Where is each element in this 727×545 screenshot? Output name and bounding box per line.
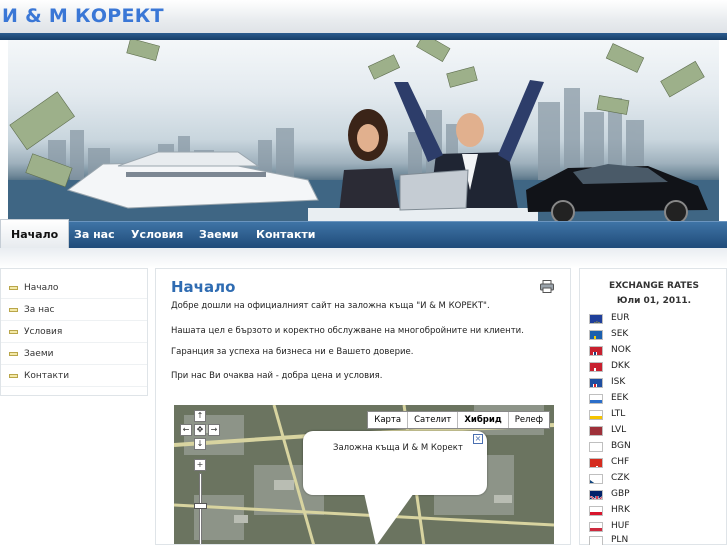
map-type-hybrid[interactable]: Хибрид xyxy=(458,412,509,428)
left-menu-label: Контакти xyxy=(24,371,70,381)
bullet-icon xyxy=(9,374,18,378)
currency-code: NOK xyxy=(611,345,631,355)
currency-code: EUR xyxy=(611,313,630,323)
goal-paragraph: Нашата цел е бързото и коректно обслужва… xyxy=(171,326,524,336)
currency-code: GBP xyxy=(611,489,630,499)
banner-illustration xyxy=(8,40,719,221)
estonia-flag-icon xyxy=(589,394,603,404)
currency-code: HUF xyxy=(611,521,630,531)
header-strip xyxy=(0,33,727,40)
exchange-rates-panel: EXCHANGE RATES Юли 01, 2011. EUR SEK NOK… xyxy=(579,268,727,545)
left-menu-label: Заеми xyxy=(24,349,54,359)
trust-paragraph: Гаранция за успеха на бизнеса ни е Вашет… xyxy=(171,347,414,357)
zoom-slider-track[interactable] xyxy=(199,473,202,544)
currency-code: CZK xyxy=(611,473,630,483)
nav-item-about[interactable]: За нас xyxy=(74,222,115,248)
currency-code: DKK xyxy=(611,361,630,371)
poland-flag-icon xyxy=(589,536,603,545)
pan-up-icon[interactable]: ↑ xyxy=(194,410,206,422)
pan-left-icon[interactable]: ← xyxy=(180,424,192,436)
header-bar: И & М КОРЕКТ xyxy=(0,0,727,34)
bullet-icon xyxy=(9,330,18,334)
bullet-icon xyxy=(9,352,18,356)
currency-code: BGN xyxy=(611,441,631,451)
site-title[interactable]: И & М КОРЕКТ xyxy=(2,5,164,27)
left-menu-item-home[interactable]: Начало xyxy=(1,277,147,299)
location-map[interactable]: Карта Сателит Хибрид Релеф ↑ ← ✥ → ↓ + З… xyxy=(174,405,554,544)
eu-flag-icon xyxy=(589,314,603,324)
currency-code: LTL xyxy=(611,409,626,419)
currency-code: EEK xyxy=(611,393,629,403)
pan-down-icon[interactable]: ↓ xyxy=(194,438,206,450)
nav-shadow xyxy=(0,248,727,268)
left-menu-item-loans[interactable]: Заеми xyxy=(1,343,147,365)
pan-right-icon[interactable]: → xyxy=(208,424,220,436)
latvia-flag-icon xyxy=(589,426,603,436)
map-info-text: Заложна къща И & М Корект xyxy=(333,443,463,453)
bullet-icon xyxy=(9,286,18,290)
welcome-paragraph: Добре дошли на официалният сайт на залож… xyxy=(171,301,490,311)
currency-code: HRK xyxy=(611,505,630,515)
denmark-flag-icon xyxy=(589,362,603,372)
nav-item-contacts[interactable]: Контакти xyxy=(256,222,316,248)
close-icon[interactable]: × xyxy=(473,434,483,444)
nav-item-home[interactable]: Начало xyxy=(0,219,70,249)
nav-item-terms[interactable]: Условия xyxy=(131,222,183,248)
currency-code: SEK xyxy=(611,329,629,339)
exchange-rates-date: Юли 01, 2011. xyxy=(616,296,692,306)
lithuania-flag-icon xyxy=(589,410,603,420)
main-nav: Начало За нас Условия Заеми Контакти xyxy=(0,219,727,249)
left-menu-label: Условия xyxy=(24,327,63,337)
map-type-satellite[interactable]: Сателит xyxy=(408,412,459,428)
hungary-flag-icon xyxy=(589,522,603,532)
map-type-map[interactable]: Карта xyxy=(368,412,409,428)
left-menu-label: За нас xyxy=(24,305,55,315)
nav-item-loans[interactable]: Заеми xyxy=(199,222,238,248)
print-icon[interactable] xyxy=(540,280,554,293)
zoom-in-icon[interactable]: + xyxy=(194,459,206,471)
page-title: Начало xyxy=(171,278,236,296)
norway-flag-icon xyxy=(589,346,603,356)
left-menu-item-terms[interactable]: Условия xyxy=(1,321,147,343)
left-menu-item-contacts[interactable]: Контакти xyxy=(1,365,147,387)
left-menu-item-about[interactable]: За нас xyxy=(1,299,147,321)
offer-paragraph: При нас Ви очаква най - добра цена и усл… xyxy=(171,371,383,381)
map-type-terrain[interactable]: Релеф xyxy=(509,412,549,428)
page: И & М КОРЕКТ Начало За нас Условия Заеми… xyxy=(0,0,727,545)
uk-flag-icon xyxy=(589,490,603,500)
main-content: Начало Добре дошли на официалният сайт н… xyxy=(155,268,571,545)
left-menu: Начало За нас Условия Заеми Контакти xyxy=(0,268,148,396)
map-info-pointer xyxy=(364,493,414,544)
left-menu-label: Начало xyxy=(24,283,59,293)
croatia-flag-icon xyxy=(589,506,603,516)
bullet-icon xyxy=(9,308,18,312)
sweden-flag-icon xyxy=(589,330,603,340)
bulgaria-flag-icon xyxy=(589,442,603,452)
czech-flag-icon xyxy=(589,474,603,484)
currency-code: PLN xyxy=(611,535,629,545)
header-banner-image xyxy=(8,40,719,221)
switzerland-flag-icon xyxy=(589,458,603,468)
currency-code: ISK xyxy=(611,377,626,387)
map-info-window: Заложна къща И & М Корект × xyxy=(303,431,487,495)
currency-code: CHF xyxy=(611,457,630,467)
map-type-switcher: Карта Сателит Хибрид Релеф xyxy=(367,411,550,429)
zoom-slider-handle[interactable] xyxy=(194,503,207,509)
pan-center-icon[interactable]: ✥ xyxy=(194,424,206,436)
exchange-rates-title: EXCHANGE RATES xyxy=(608,281,700,291)
iceland-flag-icon xyxy=(589,378,603,388)
currency-code: LVL xyxy=(611,425,627,435)
